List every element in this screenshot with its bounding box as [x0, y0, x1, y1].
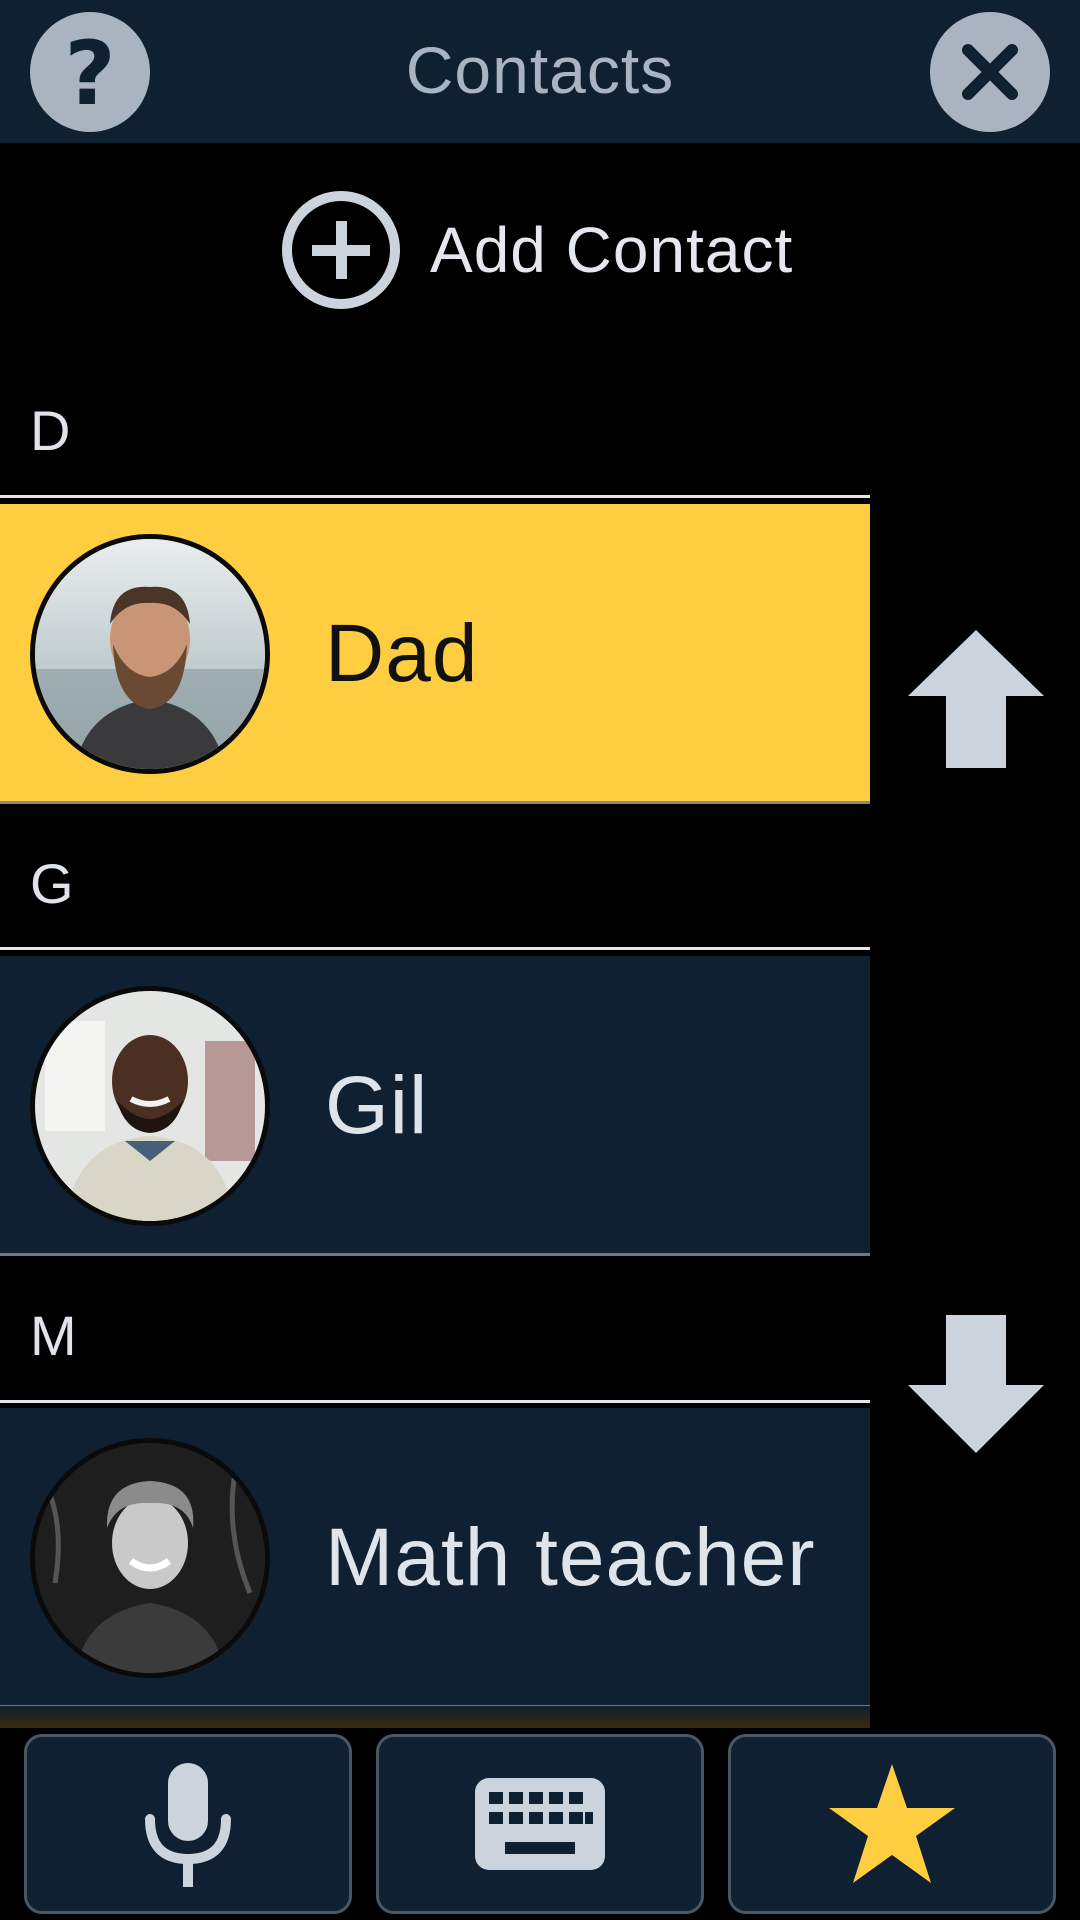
- close-icon: [962, 44, 1018, 100]
- section-divider: [0, 947, 870, 950]
- keyboard-button[interactable]: [376, 1734, 704, 1914]
- voice-button[interactable]: [24, 1734, 352, 1914]
- section-header-g: G: [30, 852, 74, 915]
- toolbar-divider: [0, 1706, 870, 1728]
- scroll-up-arrow-icon[interactable]: [906, 628, 1046, 768]
- add-contact-button[interactable]: Add Contact: [282, 188, 793, 312]
- section-divider: [0, 1400, 870, 1403]
- section-header-m: M: [30, 1304, 77, 1367]
- microphone-icon: [145, 1763, 231, 1887]
- contact-row-math-teacher[interactable]: Math teacher: [0, 1408, 870, 1708]
- contact-name: Math teacher: [325, 1512, 816, 1603]
- contact-row-dad[interactable]: Dad: [0, 504, 870, 804]
- section-header-d: D: [30, 399, 71, 462]
- close-button[interactable]: [930, 12, 1050, 132]
- avatar: [30, 1438, 270, 1678]
- plus-circle-icon: [282, 191, 400, 309]
- contact-name: Dad: [325, 608, 479, 699]
- contact-name: Gil: [325, 1060, 429, 1151]
- avatar: [30, 534, 270, 774]
- bottom-toolbar: [0, 1728, 1080, 1920]
- keyboard-icon: [475, 1778, 605, 1870]
- avatar: [30, 986, 270, 1226]
- add-contact-label: Add Contact: [430, 214, 794, 286]
- scroll-down-arrow-icon[interactable]: [906, 1315, 1046, 1455]
- header-bar: ? Contacts: [0, 0, 1080, 143]
- page-title: Contacts: [405, 33, 675, 107]
- section-divider: [0, 495, 870, 498]
- favorites-button[interactable]: [728, 1734, 1056, 1914]
- star-icon: [829, 1764, 955, 1883]
- contact-row-gil[interactable]: Gil: [0, 956, 870, 1256]
